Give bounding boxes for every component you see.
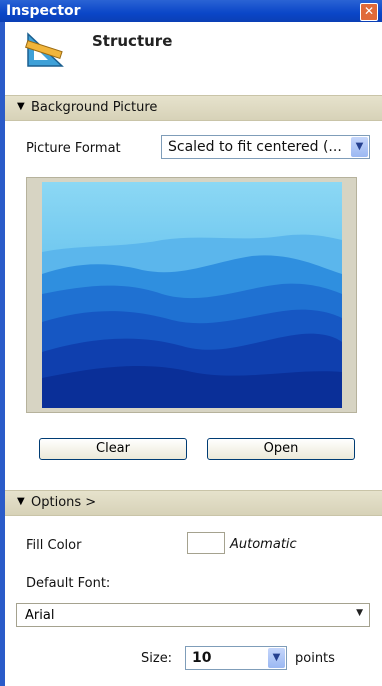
size-select[interactable]: 10 ▼ (185, 646, 287, 670)
page-title: Structure (92, 32, 173, 50)
fill-color-swatch[interactable] (187, 532, 225, 554)
structure-icon (25, 32, 64, 67)
options-section-header[interactable]: ▼ Options > (5, 490, 382, 516)
inspector-window: Inspector ✕ Structure ▼ Background Pictu… (0, 0, 382, 686)
chevron-down-icon[interactable]: ▼ (351, 137, 368, 157)
picture-format-select[interactable]: Scaled to fit centered (... ▼ (161, 135, 370, 159)
size-value: 10 (192, 650, 212, 666)
fill-color-label: Fill Color (26, 538, 82, 553)
chevron-down-icon[interactable]: ▼ (268, 648, 285, 668)
default-font-label: Default Font: (26, 576, 111, 591)
collapse-arrow-icon: ▼ (17, 101, 25, 112)
clear-button[interactable]: Clear (39, 438, 187, 460)
title-bar[interactable]: Inspector ✕ (0, 0, 382, 22)
size-label: Size: (141, 651, 173, 666)
mountain-image (42, 182, 342, 408)
section-label: Background Picture (31, 100, 158, 115)
size-unit-label: points (295, 651, 335, 666)
fill-color-value[interactable]: Automatic (230, 537, 297, 552)
default-font-value: Arial (25, 608, 55, 623)
chevron-down-icon[interactable]: ▼ (356, 608, 363, 618)
background-preview (26, 177, 357, 413)
window-title: Inspector (6, 3, 81, 19)
collapse-arrow-icon: ▼ (17, 496, 25, 507)
picture-format-value: Scaled to fit centered (... (168, 139, 342, 155)
open-button[interactable]: Open (207, 438, 355, 460)
default-font-select[interactable]: Arial ▼ (16, 603, 370, 627)
background-picture-section-header[interactable]: ▼ Background Picture (5, 95, 382, 121)
picture-format-label: Picture Format (26, 141, 121, 156)
section-label: Options > (31, 495, 97, 510)
close-icon[interactable]: ✕ (360, 3, 378, 21)
